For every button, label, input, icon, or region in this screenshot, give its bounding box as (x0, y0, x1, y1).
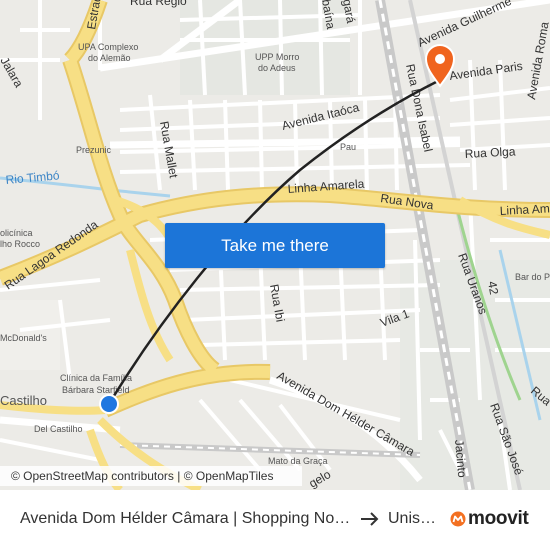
map[interactable]: Avenida Guilherme Avenida Paris Avenida … (0, 0, 550, 490)
origin-marker[interactable] (99, 394, 119, 414)
arrow-right-icon (361, 512, 379, 526)
take-me-there-button[interactable]: Take me there (165, 223, 385, 268)
label-rua-regio: Rua Régio (130, 0, 187, 8)
poi-rocco: lho Rocco (0, 239, 40, 249)
poi-mato-graca: Mato da Graça (268, 456, 328, 466)
poi-prezunic: Prezunic (76, 145, 112, 155)
poi-policlinica: olicínica (0, 228, 33, 238)
poi-upp-line1: UPP Morro (255, 52, 299, 62)
poi-upa-line2: do Alemão (88, 53, 131, 63)
poi-upa-line1: UPA Complexo (78, 42, 138, 52)
route-origin: Avenida Dom Hélder Câmara | Shopping Nov… (20, 510, 355, 527)
poi-upp-line2: do Adeus (258, 63, 296, 73)
label-rua-42: 42 (485, 280, 501, 296)
poi-bar-do-pe: Bar do Pe (515, 272, 550, 282)
moovit-logo-icon (450, 511, 466, 527)
label-linha-amarela-2: Linha Amar (499, 201, 550, 218)
moovit-logo[interactable]: moovit (450, 507, 529, 531)
poi-mcdonalds: McDonald's (0, 333, 47, 343)
route-destination: Unisuam (388, 510, 440, 527)
label-rua-olga: Rua Olga (464, 144, 516, 161)
poi-pau: Pau (340, 142, 356, 152)
route-footer: Avenida Dom Hélder Câmara | Shopping Nov… (0, 490, 550, 550)
map-attribution[interactable]: © OpenStreetMap contributors | © OpenMap… (0, 466, 302, 486)
poi-clinica-line1: Clínica da Família (60, 373, 132, 383)
moovit-wordmark: moovit (468, 508, 529, 529)
poi-del-castilho: Del Castilho (34, 424, 83, 434)
poi-castilho: Castilho (0, 393, 47, 408)
